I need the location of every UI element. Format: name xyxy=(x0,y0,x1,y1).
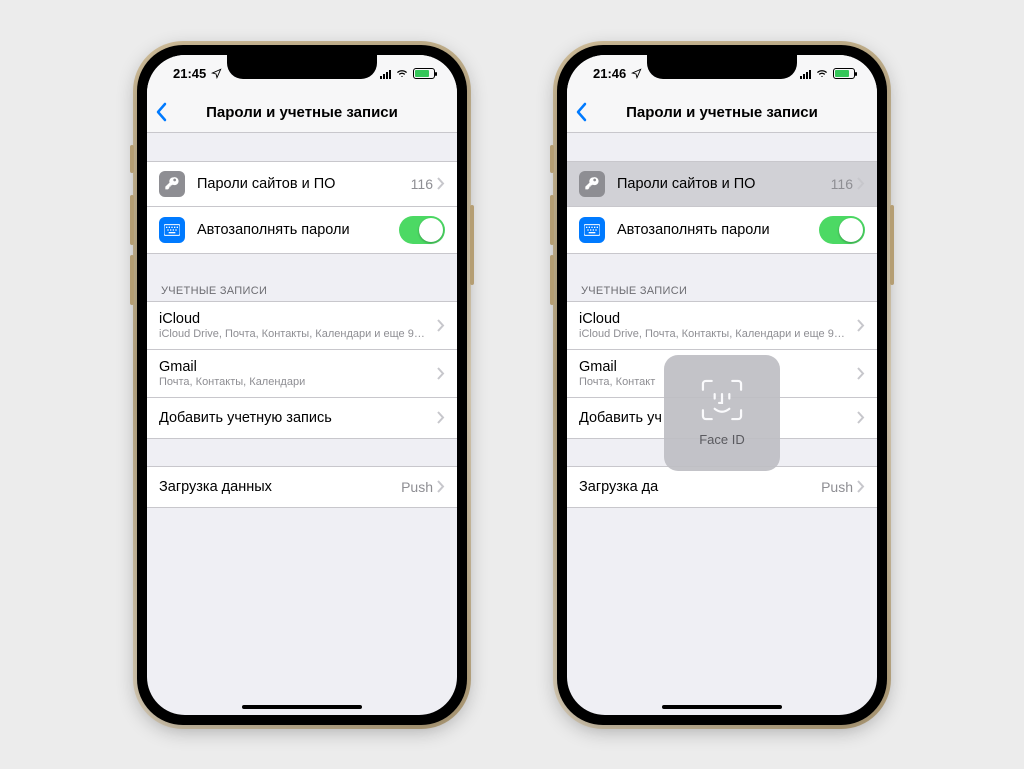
battery-icon xyxy=(833,68,855,79)
passwords-row[interactable]: Пароли сайтов и ПО 116 xyxy=(147,161,457,207)
chevron-right-icon xyxy=(857,319,865,332)
passwords-count: 116 xyxy=(831,176,853,192)
page-title: Пароли и учетные записи xyxy=(147,104,457,121)
fetch-label: Загрузка данных xyxy=(159,479,401,495)
fetch-row[interactable]: Загрузка да Push xyxy=(567,466,877,508)
back-button[interactable] xyxy=(575,102,589,122)
passwords-label: Пароли сайтов и ПО xyxy=(197,176,411,192)
accounts-header: УЧЕТНЫЕ ЗАПИСИ xyxy=(147,281,457,301)
chevron-right-icon xyxy=(857,367,865,380)
chevron-right-icon xyxy=(857,480,865,493)
autofill-row[interactable]: Автозаполнять пароли xyxy=(567,206,877,254)
account-row-icloud[interactable]: iCloud iCloud Drive, Почта, Контакты, Ка… xyxy=(567,301,877,350)
keyboard-icon xyxy=(159,217,185,243)
account-row-gmail[interactable]: Gmail Почта, Контакты, Календари xyxy=(147,349,457,398)
account-row-icloud[interactable]: iCloud iCloud Drive, Почта, Контакты, Ка… xyxy=(147,301,457,350)
account-detail: iCloud Drive, Почта, Контакты, Календари… xyxy=(159,328,437,340)
keyboard-icon xyxy=(579,217,605,243)
chevron-right-icon xyxy=(857,177,865,190)
location-icon xyxy=(631,68,642,79)
autofill-label: Автозаполнять пароли xyxy=(197,222,399,238)
account-title: iCloud xyxy=(159,311,437,327)
page-title: Пароли и учетные записи xyxy=(567,104,877,121)
notch xyxy=(227,55,377,79)
chevron-right-icon xyxy=(437,177,445,190)
battery-icon xyxy=(413,68,435,79)
phone-right: 21:46 Пароли и учетные записи Пароли сай… xyxy=(557,45,887,725)
wifi-icon xyxy=(815,68,829,79)
notch xyxy=(647,55,797,79)
location-icon xyxy=(211,68,222,79)
chevron-right-icon xyxy=(857,411,865,424)
fetch-row[interactable]: Загрузка данных Push xyxy=(147,466,457,508)
passwords-row[interactable]: Пароли сайтов и ПО 116 xyxy=(567,161,877,207)
fetch-value: Push xyxy=(821,479,853,495)
status-time: 21:45 xyxy=(173,66,206,81)
chevron-right-icon xyxy=(437,319,445,332)
key-icon xyxy=(159,171,185,197)
chevron-right-icon xyxy=(437,480,445,493)
wifi-icon xyxy=(395,68,409,79)
chevron-right-icon xyxy=(437,367,445,380)
account-detail: Почта, Контакты, Календари xyxy=(159,376,437,388)
phone-left: 21:45 Пароли и учетные записи Пароли сай… xyxy=(137,45,467,725)
faceid-popup: Face ID xyxy=(664,355,780,471)
back-button[interactable] xyxy=(155,102,169,122)
accounts-header: УЧЕТНЫЕ ЗАПИСИ xyxy=(567,281,877,301)
faceid-icon xyxy=(700,378,744,422)
nav-bar: Пароли и учетные записи xyxy=(147,93,457,133)
account-title: iCloud xyxy=(579,311,857,327)
chevron-right-icon xyxy=(437,411,445,424)
signal-icon xyxy=(800,69,811,79)
add-account-label: Добавить учетную запись xyxy=(159,410,437,426)
passwords-label: Пароли сайтов и ПО xyxy=(617,176,831,192)
key-icon xyxy=(579,171,605,197)
home-indicator[interactable] xyxy=(242,705,362,709)
autofill-label: Автозаполнять пароли xyxy=(617,222,819,238)
add-account-row[interactable]: Добавить учетную запись xyxy=(147,397,457,439)
status-time: 21:46 xyxy=(593,66,626,81)
nav-bar: Пароли и учетные записи xyxy=(567,93,877,133)
faceid-label: Face ID xyxy=(699,432,745,447)
fetch-value: Push xyxy=(401,479,433,495)
account-detail: iCloud Drive, Почта, Контакты, Календари… xyxy=(579,328,857,340)
account-title: Gmail xyxy=(159,359,437,375)
fetch-label: Загрузка да xyxy=(579,479,821,495)
autofill-toggle[interactable] xyxy=(819,216,865,244)
autofill-row[interactable]: Автозаполнять пароли xyxy=(147,206,457,254)
autofill-toggle[interactable] xyxy=(399,216,445,244)
home-indicator[interactable] xyxy=(662,705,782,709)
passwords-count: 116 xyxy=(411,176,433,192)
signal-icon xyxy=(380,69,391,79)
